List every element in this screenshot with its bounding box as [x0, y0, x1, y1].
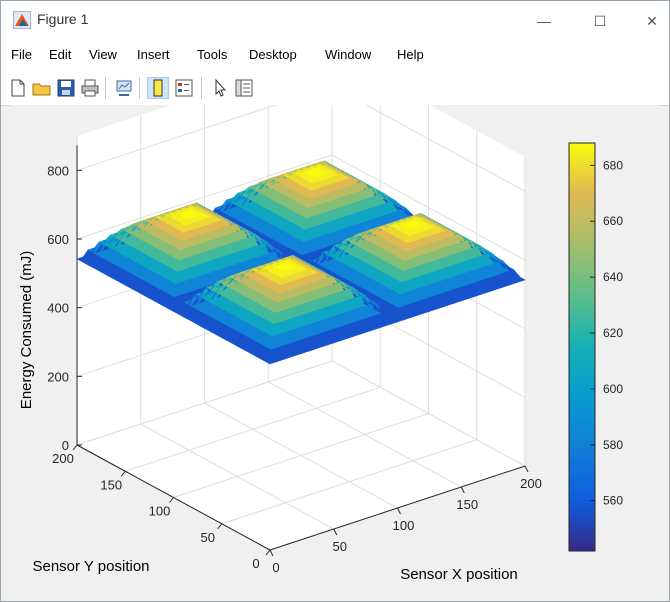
- property-editor-icon[interactable]: [233, 77, 255, 99]
- y-tick: [120, 470, 126, 477]
- menu-edit[interactable]: Edit: [49, 47, 71, 62]
- y-tick-label: 0: [252, 556, 259, 571]
- colorbar-tick-label: 680: [603, 158, 623, 172]
- y-tick: [169, 497, 174, 503]
- maximize-button[interactable]: ☐: [585, 9, 615, 33]
- menu-tools[interactable]: Tools: [197, 47, 227, 62]
- x-tick-label: 100: [393, 518, 415, 533]
- matlab-figure-icon: [13, 11, 31, 29]
- close-button[interactable]: ✕: [637, 9, 667, 33]
- menu-help[interactable]: Help: [397, 47, 424, 62]
- colorbar-tick-label: 600: [603, 382, 623, 396]
- menu-window[interactable]: Window: [325, 47, 371, 62]
- pointer-icon[interactable]: [209, 77, 231, 99]
- figure-canvas: 0 50 100 150 200 0 50 100 150 200 0 200 400 600 800 En…: [11, 52, 659, 599]
- colorbar-toggle-icon[interactable]: [147, 77, 169, 99]
- z-axis-label: Energy Consumed (mJ): [18, 251, 35, 409]
- z-tick-label: 200: [47, 369, 69, 384]
- x-tick: [460, 486, 465, 494]
- y-tick-label: 150: [100, 477, 122, 492]
- colorbar-tick-label: 660: [603, 214, 623, 228]
- y-tick-label: 100: [149, 504, 171, 519]
- link-plot-icon[interactable]: [113, 77, 135, 99]
- colorbar: 560 580 600 620 640 660 680: [568, 142, 623, 552]
- toolbar-separator: [105, 77, 106, 99]
- z-tick-label: 400: [47, 301, 69, 316]
- figure-window: Figure 1 — ☐ ✕ File Edit View Insert Too…: [0, 0, 670, 602]
- toolbar: [1, 69, 669, 106]
- title-bar: Figure 1 — ☐ ✕: [1, 1, 669, 41]
- colorbar-tick-label: 560: [603, 494, 623, 508]
- x-tick-label: 0: [272, 560, 279, 575]
- toolbar-separator: [201, 77, 202, 99]
- x-axis-label: Sensor X position: [400, 566, 518, 583]
- colorbar-tick-label: 580: [603, 438, 623, 452]
- menu-insert[interactable]: Insert: [137, 47, 170, 62]
- x-tick-label: 50: [333, 539, 347, 554]
- new-figure-icon[interactable]: [7, 77, 29, 99]
- window-title: Figure 1: [37, 11, 89, 27]
- menu-view[interactable]: View: [89, 47, 117, 62]
- menu-bar: File Edit View Insert Tools Desktop Wind…: [1, 41, 669, 69]
- x-tick: [397, 507, 401, 515]
- y-tick: [217, 523, 223, 530]
- minimize-button[interactable]: —: [529, 9, 559, 33]
- menu-file[interactable]: File: [11, 47, 32, 62]
- x-tick: [269, 549, 274, 557]
- y-tick-label: 50: [201, 530, 215, 545]
- x-tick-label: 150: [456, 497, 478, 512]
- y-tick: [72, 444, 78, 451]
- colorbar-scale: [568, 142, 596, 552]
- toolbar-separator: [139, 77, 140, 99]
- z-tick-label: 0: [62, 438, 69, 453]
- legend-toggle-icon[interactable]: [173, 77, 195, 99]
- x-tick: [524, 465, 529, 473]
- z-tick-label: 600: [47, 232, 69, 247]
- y-tick-label: 200: [52, 451, 74, 466]
- y-tick: [265, 549, 271, 556]
- surface-plot: 0501001502000501001502000200400600800 En…: [18, 52, 623, 583]
- print-icon[interactable]: [79, 77, 101, 99]
- open-file-icon[interactable]: [31, 77, 53, 99]
- save-icon[interactable]: [55, 77, 77, 99]
- x-tick-label: 200: [520, 476, 542, 491]
- z-tick-label: 800: [47, 163, 69, 178]
- colorbar-tick-label: 640: [603, 270, 623, 284]
- x-tick: [333, 528, 338, 536]
- menu-desktop[interactable]: Desktop: [249, 47, 297, 62]
- y-axis-label: Sensor Y position: [32, 558, 149, 575]
- colorbar-tick-label: 620: [603, 326, 623, 340]
